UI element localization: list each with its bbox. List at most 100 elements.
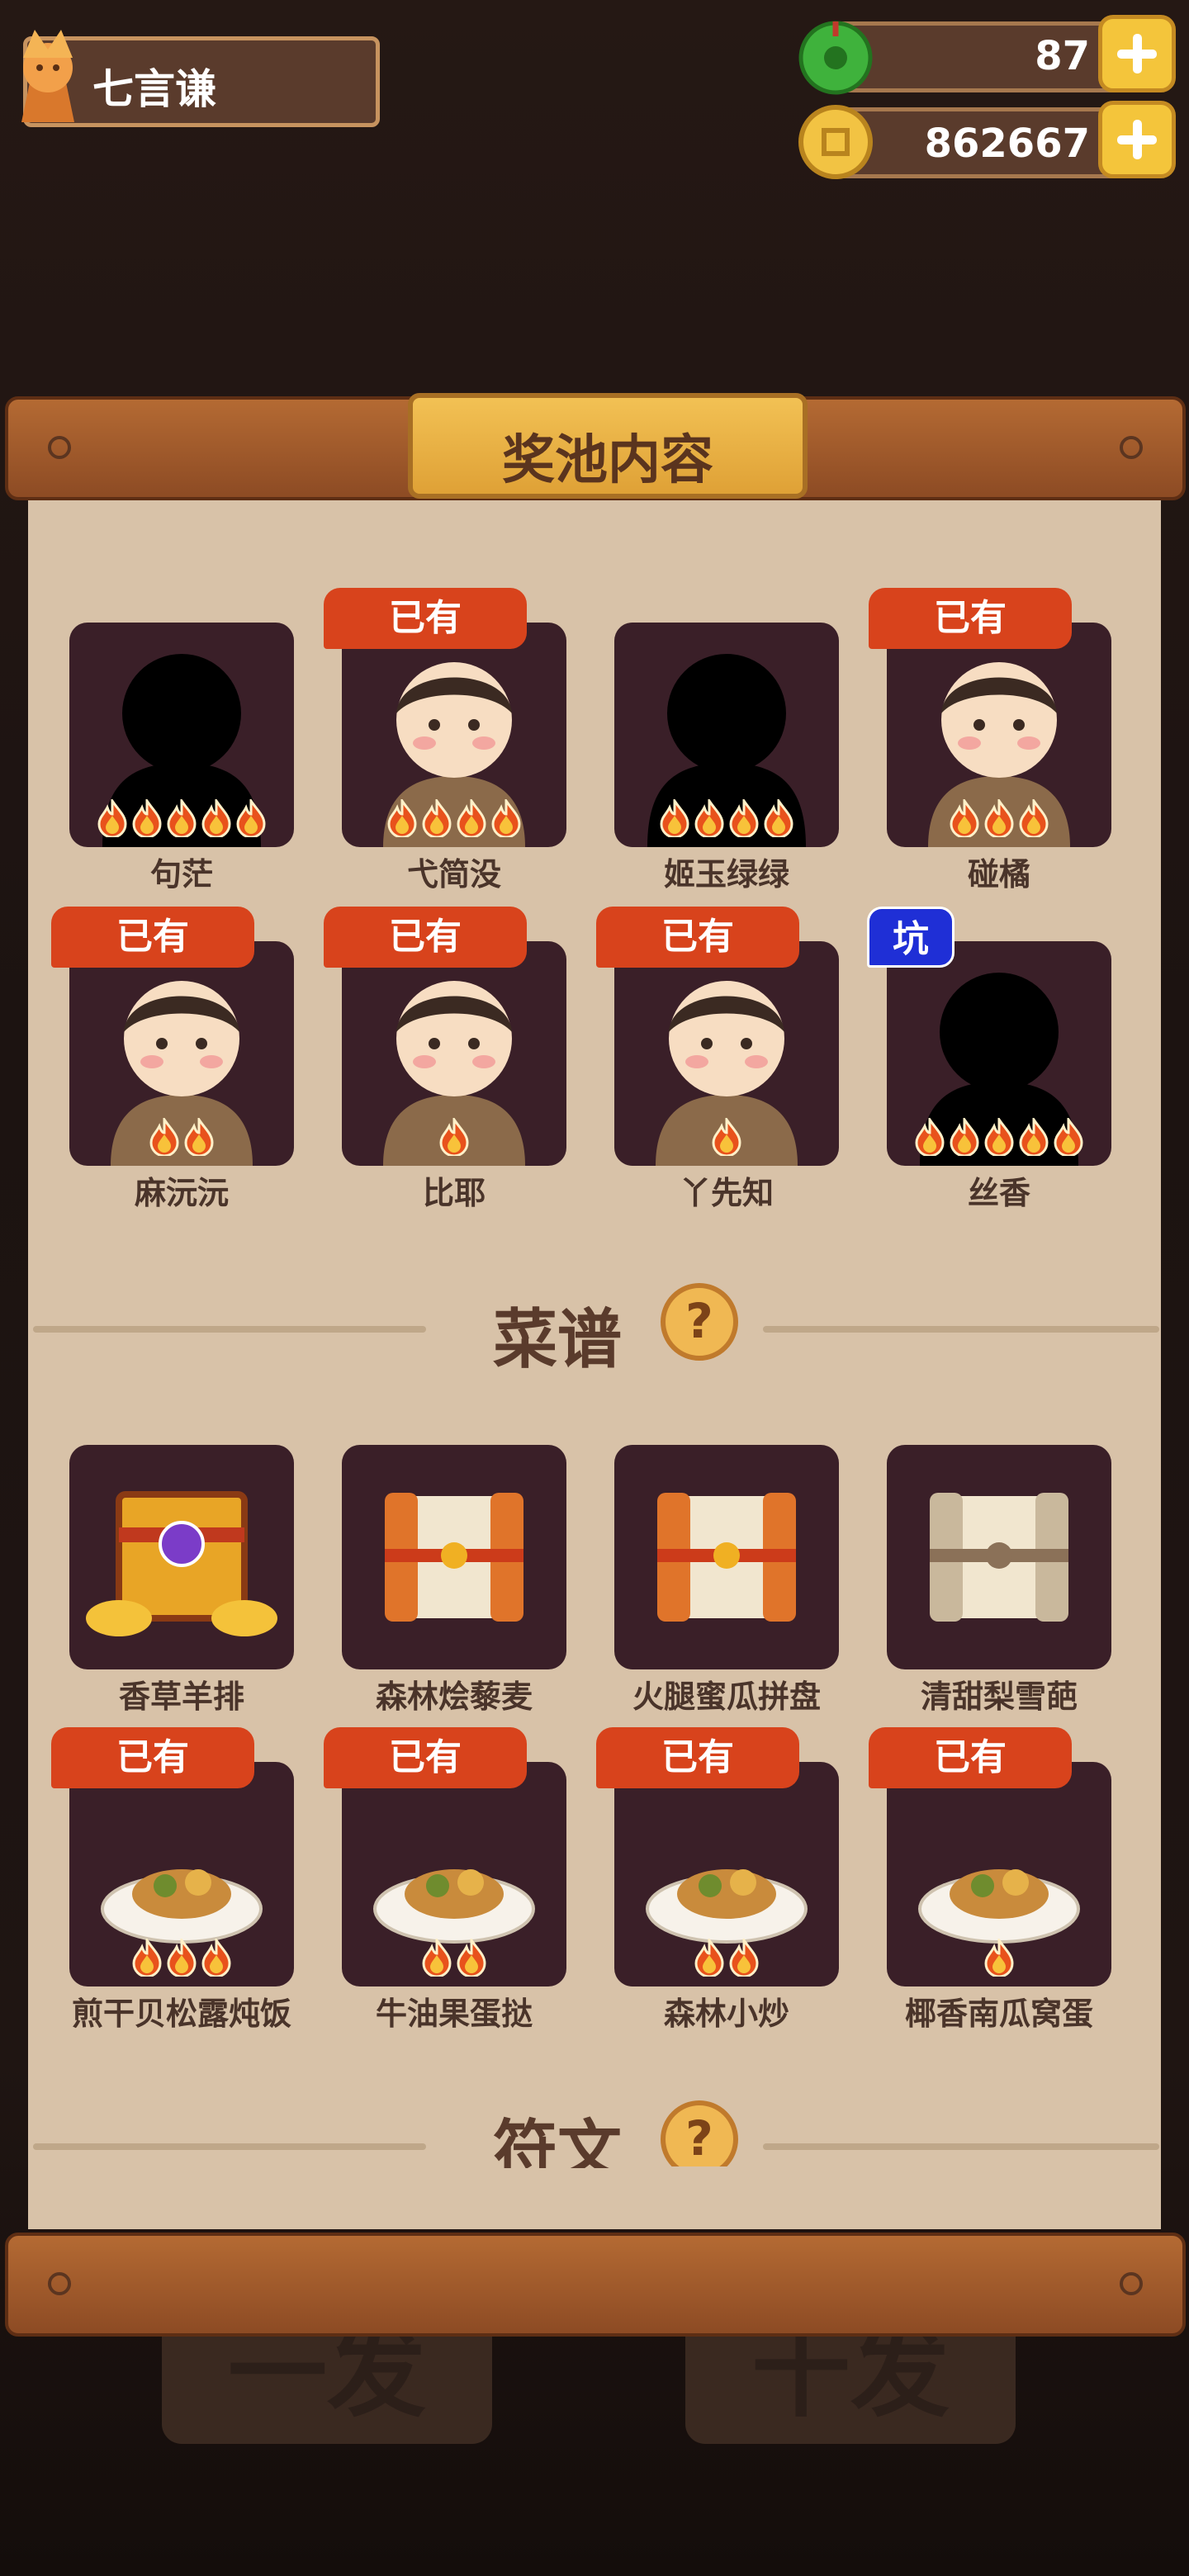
recipe-name: 森林烩藜麦 bbox=[375, 1679, 533, 1715]
flame-icon bbox=[387, 799, 417, 837]
owned-badge: 已有 bbox=[596, 907, 799, 968]
owned-badge: 已有 bbox=[869, 1727, 1072, 1788]
flame-icon bbox=[132, 1939, 162, 1977]
flame-icon bbox=[1019, 799, 1049, 837]
flame-icon bbox=[984, 1118, 1014, 1156]
rarity-flames bbox=[887, 799, 1111, 841]
rarity-flames bbox=[69, 1939, 294, 1980]
recipe-name: 森林小炒 bbox=[663, 1996, 789, 2032]
panel-title: 奖池内容 bbox=[502, 430, 713, 491]
jade-value: 87 bbox=[1035, 33, 1090, 79]
flame-icon bbox=[1054, 1118, 1083, 1156]
owned-badge: 已有 bbox=[596, 1727, 799, 1788]
recipes-help-icon[interactable]: ? bbox=[661, 1283, 738, 1361]
flame-icon bbox=[984, 799, 1014, 837]
rarity-flames bbox=[69, 1118, 294, 1159]
owned-badge: 已有 bbox=[51, 1727, 254, 1788]
character-name: 比耶 bbox=[422, 1175, 486, 1211]
flame-icon bbox=[694, 799, 724, 837]
recipe-name: 椰香南瓜窝蛋 bbox=[904, 1996, 1093, 2032]
recipe-card[interactable] bbox=[69, 1445, 294, 1669]
flame-icon bbox=[201, 1939, 231, 1977]
flame-icon bbox=[184, 1118, 214, 1156]
owned-badge: 已有 bbox=[324, 907, 527, 968]
character-name: 弋简没 bbox=[406, 856, 501, 893]
rarity-flames bbox=[887, 1939, 1111, 1980]
runes-help-clip: ? bbox=[661, 2100, 738, 2166]
recipes-section-title: 菜谱 bbox=[492, 1303, 622, 1377]
flame-icon bbox=[491, 799, 521, 837]
divine-treasure-chest-icon bbox=[86, 1491, 277, 1636]
flame-icon bbox=[950, 799, 979, 837]
flame-icon bbox=[167, 799, 197, 837]
character-name: 丫先知 bbox=[679, 1175, 774, 1211]
rarity-flames bbox=[614, 1939, 839, 1980]
flame-icon bbox=[422, 1939, 452, 1977]
character-name: 麻沅沅 bbox=[134, 1175, 229, 1211]
owned-badge: 已有 bbox=[324, 588, 527, 649]
character-name: 碰橘 bbox=[967, 856, 1030, 893]
character-name: 句茫 bbox=[149, 856, 213, 893]
recipe-card[interactable] bbox=[342, 1445, 566, 1669]
add-jade-button[interactable] bbox=[1098, 15, 1176, 92]
recipe-name: 清甜梨雪葩 bbox=[920, 1679, 1078, 1715]
flame-icon bbox=[149, 1118, 179, 1156]
avatar[interactable] bbox=[5, 25, 91, 127]
section-divider-right bbox=[763, 2143, 1159, 2150]
owned-badge: 已有 bbox=[324, 1727, 527, 1788]
character-name: 姬玉绿绿 bbox=[663, 856, 789, 893]
section-divider-left bbox=[33, 2143, 426, 2150]
runes-section-title: 符文 bbox=[492, 2114, 622, 2168]
user-name: 七言谦 bbox=[92, 65, 216, 113]
rarity-flames bbox=[887, 1118, 1111, 1159]
rarity-flames bbox=[69, 799, 294, 841]
recipe-scroll-icon bbox=[657, 1493, 796, 1622]
flame-icon bbox=[915, 1118, 945, 1156]
recipe-name: 牛油果蛋挞 bbox=[375, 1996, 533, 2032]
plain-scroll-icon bbox=[930, 1493, 1068, 1622]
flame-icon bbox=[729, 799, 759, 837]
flame-icon bbox=[660, 799, 689, 837]
coin-value: 862667 bbox=[924, 121, 1090, 167]
flame-icon bbox=[97, 799, 127, 837]
jade-icon bbox=[798, 21, 873, 95]
owned-badge: 已有 bbox=[51, 907, 254, 968]
flame-icon bbox=[950, 1118, 979, 1156]
recipe-card[interactable] bbox=[614, 1445, 839, 1669]
flame-icon bbox=[984, 1939, 1014, 1977]
flame-icon bbox=[201, 799, 231, 837]
runes-section-title-clip: 符文 bbox=[462, 2099, 652, 2168]
coin-icon bbox=[798, 105, 873, 179]
rarity-flames bbox=[614, 1118, 839, 1159]
recipe-name: 火腿蜜瓜拼盘 bbox=[632, 1679, 821, 1715]
character-name: 丝香 bbox=[967, 1175, 1030, 1211]
rarity-flames bbox=[342, 799, 566, 841]
flame-icon bbox=[712, 1118, 741, 1156]
gacha-pool-screen: 一发 十发 七言谦 87 862667 奖池内容 菜谱 ? 符文 ? 句茫 已有… bbox=[0, 0, 1189, 2576]
recipe-scroll-icon bbox=[385, 1493, 523, 1622]
add-coins-button[interactable] bbox=[1098, 101, 1176, 178]
rarity-flames bbox=[342, 1118, 566, 1159]
rarity-flames bbox=[342, 1939, 566, 1980]
flame-icon bbox=[439, 1118, 469, 1156]
section-divider-right bbox=[763, 1326, 1159, 1333]
recipe-name: 煎干贝松露炖饭 bbox=[71, 1996, 291, 2032]
flame-icon bbox=[729, 1939, 759, 1977]
section-divider-left bbox=[33, 1326, 426, 1333]
owned-badge: 已有 bbox=[869, 588, 1072, 649]
flame-icon bbox=[422, 799, 452, 837]
runes-help-icon[interactable]: ? bbox=[661, 2100, 738, 2166]
flame-icon bbox=[236, 799, 266, 837]
flame-icon bbox=[457, 1939, 486, 1977]
recipe-card[interactable] bbox=[887, 1445, 1111, 1669]
flame-icon bbox=[457, 799, 486, 837]
flame-icon bbox=[764, 799, 793, 837]
pit-badge: 坑 bbox=[867, 907, 955, 968]
recipe-name: 香草羊排 bbox=[118, 1679, 244, 1715]
scroll-bottom-bar bbox=[5, 2233, 1186, 2337]
flame-icon bbox=[1019, 1118, 1049, 1156]
flame-icon bbox=[132, 799, 162, 837]
rarity-flames bbox=[614, 799, 839, 841]
flame-icon bbox=[167, 1939, 197, 1977]
flame-icon bbox=[694, 1939, 724, 1977]
